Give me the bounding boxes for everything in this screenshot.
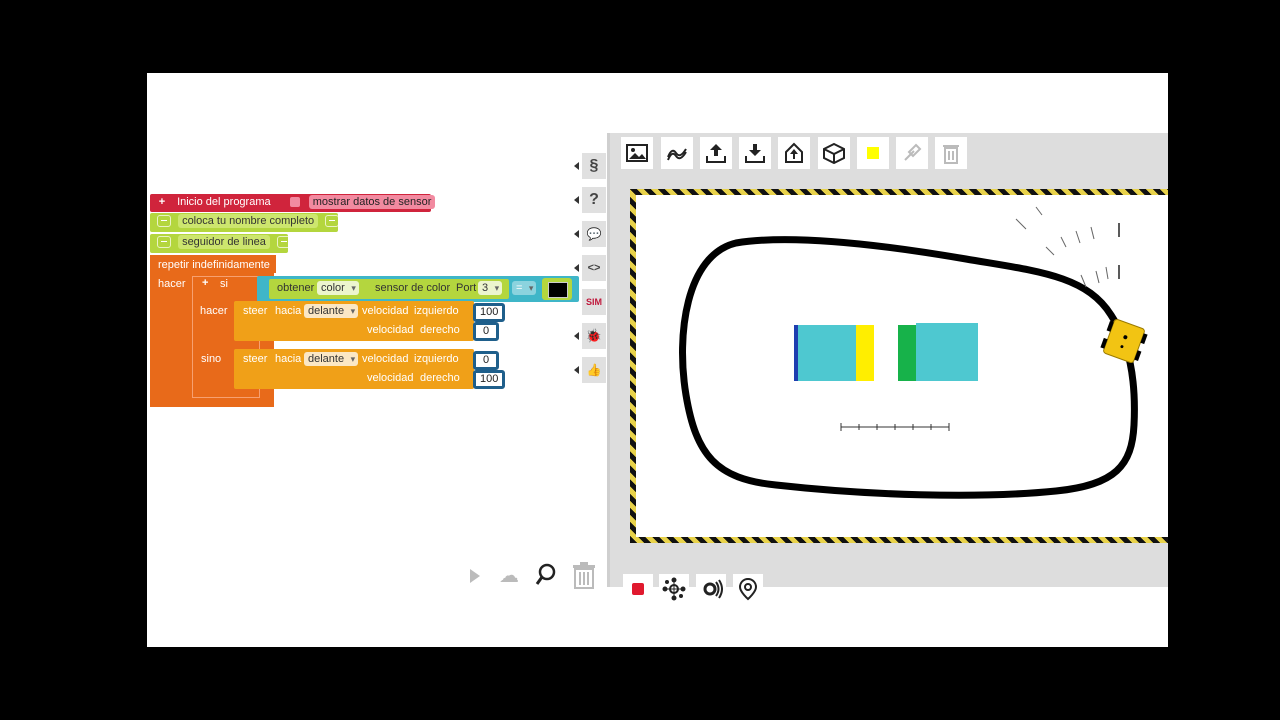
right-speed-input[interactable]: 100 bbox=[473, 370, 506, 389]
simulation-field[interactable] bbox=[630, 189, 1168, 543]
debug-icon: 🐞 bbox=[585, 328, 603, 343]
zoom-icon[interactable] bbox=[535, 563, 557, 592]
port-dropdown-value: 3 bbox=[478, 281, 503, 295]
variables-category[interactable]: § bbox=[574, 153, 606, 179]
export-icon[interactable] bbox=[700, 137, 732, 169]
direction-label: hacia bbox=[275, 305, 302, 317]
direction-dropdown[interactable]: delante bbox=[304, 352, 359, 366]
color-dropdown-value: color bbox=[317, 281, 359, 295]
play-icon[interactable] bbox=[470, 569, 480, 583]
app-window: + Inicio del programa mostrar datos de s… bbox=[147, 73, 1168, 647]
variables-icon: § bbox=[589, 157, 599, 174]
name-block-label: coloca tu nombre completo bbox=[178, 214, 319, 228]
blue-strip bbox=[794, 325, 798, 381]
line-follower-block[interactable]: seguidor de linea bbox=[150, 234, 291, 253]
trash-icon[interactable] bbox=[935, 137, 967, 169]
if-label: si bbox=[220, 278, 228, 290]
feedback-category[interactable]: 👍 bbox=[574, 357, 606, 383]
name-block[interactable]: coloca tu nombre completo bbox=[150, 213, 340, 232]
path-icon[interactable] bbox=[661, 137, 693, 169]
left-speed-input[interactable]: 0 bbox=[473, 351, 499, 370]
collapse-icon[interactable] bbox=[276, 236, 291, 249]
get-label: obtener bbox=[277, 282, 315, 294]
line-follower-label: seguidor de linea bbox=[178, 235, 270, 249]
left-label: izquierdo bbox=[414, 353, 459, 365]
equals-dropdown[interactable]: = bbox=[512, 281, 537, 295]
track-canvas bbox=[679, 206, 1148, 499]
code-category[interactable]: <> bbox=[574, 255, 606, 281]
sim-icon: SIM bbox=[585, 297, 602, 307]
code-icon: <> bbox=[587, 262, 601, 274]
show-sensor-label: mostrar datos de sensor bbox=[308, 195, 436, 209]
port-label: Port bbox=[456, 282, 477, 294]
right-label: derecho bbox=[420, 372, 460, 384]
trash-icon[interactable] bbox=[570, 561, 598, 594]
direction-dropdown-value: delante bbox=[304, 304, 359, 318]
sim-category[interactable]: SIM▸ bbox=[582, 289, 606, 315]
if-add-icon[interactable]: + bbox=[202, 277, 208, 289]
ruler bbox=[840, 423, 950, 431]
import-icon[interactable] bbox=[739, 137, 771, 169]
port-dropdown[interactable]: 3 bbox=[478, 281, 503, 295]
repeat-forever-notch bbox=[274, 255, 276, 273]
speed-label: velocidad bbox=[367, 372, 414, 384]
else-label: sino bbox=[201, 353, 222, 365]
left-speed-input[interactable]: 100 bbox=[473, 303, 506, 322]
cube-icon[interactable] bbox=[818, 137, 850, 169]
speed-label: velocidad bbox=[362, 305, 409, 317]
help-category[interactable]: ? bbox=[574, 187, 606, 213]
repeat-forever-label: repetir indefinidamente bbox=[158, 259, 270, 271]
network-icon[interactable] bbox=[659, 574, 689, 604]
help-icon: ? bbox=[589, 191, 599, 208]
eyedropper-icon[interactable] bbox=[896, 137, 928, 169]
collapse-icon[interactable] bbox=[325, 215, 340, 228]
collapse-icon[interactable] bbox=[157, 236, 171, 249]
steer-label: steer bbox=[243, 353, 268, 365]
field-surface bbox=[636, 195, 1168, 537]
speed-label: velocidad bbox=[362, 353, 409, 365]
left-label: izquierdo bbox=[414, 305, 459, 317]
image-icon[interactable] bbox=[621, 137, 653, 169]
robot bbox=[1100, 318, 1148, 364]
direction-dropdown-value: delante bbox=[304, 352, 359, 366]
cyan-obstacle-right bbox=[916, 323, 978, 381]
start-program-label: Inicio del programa bbox=[177, 196, 271, 208]
top-bar bbox=[147, 73, 1168, 133]
upload-icon[interactable] bbox=[778, 137, 810, 169]
feedback-icon: 👍 bbox=[586, 363, 602, 377]
direction-dropdown[interactable]: delante bbox=[304, 304, 359, 318]
collapse-icon[interactable] bbox=[157, 215, 171, 228]
direction-label: hacia bbox=[275, 353, 302, 365]
yellow-color-swatch[interactable] bbox=[857, 137, 889, 169]
debug-category[interactable]: 🐞 bbox=[574, 323, 606, 349]
equals-dropdown-value: = bbox=[512, 281, 537, 295]
comment-category[interactable]: 💬 bbox=[574, 221, 606, 247]
sensor-rays bbox=[1015, 206, 1120, 288]
blockly-workspace[interactable]: + Inicio del programa mostrar datos de s… bbox=[147, 133, 607, 647]
add-icon[interactable]: + bbox=[156, 194, 168, 211]
then-label: hacer bbox=[200, 305, 228, 317]
start-program-block[interactable]: + Inicio del programa mostrar datos de s… bbox=[150, 194, 436, 212]
sim-bottom-bar bbox=[610, 574, 1168, 647]
steer-label: steer bbox=[243, 305, 268, 317]
location-icon[interactable] bbox=[733, 574, 763, 604]
do-label: hacer bbox=[158, 278, 186, 290]
right-label: derecho bbox=[420, 324, 460, 336]
sensor-label: sensor de color bbox=[375, 282, 451, 294]
simulation-panel bbox=[610, 133, 1168, 587]
black-color-swatch[interactable] bbox=[548, 282, 568, 298]
green-strip bbox=[898, 325, 916, 381]
color-dropdown[interactable]: color bbox=[317, 281, 359, 295]
cyan-obstacle-left bbox=[794, 325, 856, 381]
speed-label: velocidad bbox=[367, 324, 414, 336]
yellow-strip bbox=[856, 325, 874, 381]
sound-icon[interactable] bbox=[696, 574, 726, 604]
show-sensor-checkbox[interactable] bbox=[289, 197, 300, 208]
cloud-icon[interactable]: ☁ bbox=[499, 565, 519, 587]
stop-icon[interactable] bbox=[623, 574, 653, 604]
comment-icon: 💬 bbox=[586, 227, 602, 241]
right-speed-input[interactable]: 0 bbox=[473, 322, 499, 341]
